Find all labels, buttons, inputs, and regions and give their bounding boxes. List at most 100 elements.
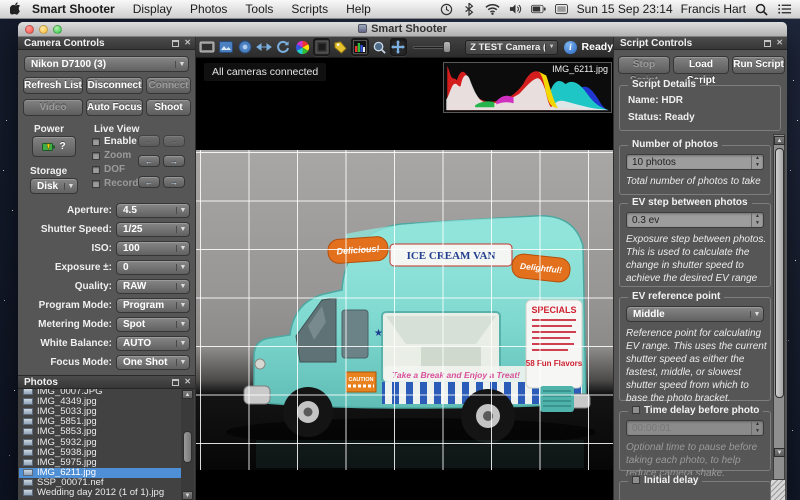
list-item[interactable]: IMG_5975.jpg [19, 457, 182, 468]
metering-mode-dropdown[interactable]: Spot ▼ [116, 317, 190, 332]
viewer-camera-dropdown[interactable]: Z TEST Camera (1 ▼ [465, 39, 559, 55]
ev-step-spinner[interactable]: 0.3 ev ▲ ▼ [626, 212, 764, 228]
bluetooth-icon[interactable] [462, 2, 477, 17]
scroll-up-button[interactable]: ▲ [774, 136, 785, 145]
close-panel-icon[interactable]: ✕ [184, 39, 191, 47]
float-panel-icon[interactable] [764, 39, 772, 47]
shutter-speed-dropdown[interactable]: 1/25 ▼ [116, 222, 190, 237]
aperture-dropdown[interactable]: 4.5 ▼ [116, 203, 190, 218]
focus-mode-dropdown[interactable]: One Shot ▼ [116, 355, 190, 370]
close-panel-icon[interactable]: ✕ [184, 378, 191, 386]
background-toggle-icon[interactable] [312, 38, 331, 56]
list-item[interactable]: IMG_5853.jpg [19, 426, 182, 437]
image-viewer[interactable]: ICE CREAM VAN Delicious! Delightful! Tak… [196, 58, 613, 492]
record-left-arrow-button[interactable]: ← [138, 176, 160, 188]
scrollbar-thumb[interactable] [183, 431, 192, 463]
ev-reference-dropdown[interactable]: Middle ▼ [626, 306, 764, 322]
exposure-dropdown[interactable]: 0 ▼ [116, 260, 190, 275]
list-item[interactable]: IMG_5932.jpg [19, 437, 182, 448]
menu-photos[interactable]: Photos [181, 0, 236, 19]
menu-help[interactable]: Help [337, 0, 380, 19]
list-item[interactable]: IMG_4349.jpg [19, 396, 182, 407]
list-item-selected[interactable]: IMG_6211.jpg [19, 467, 182, 478]
menu-display[interactable]: Display [124, 0, 181, 19]
record-right-arrow-button[interactable]: → [163, 176, 185, 188]
photos-panel-title[interactable]: Photos ✕ [18, 376, 195, 389]
stop-script-button[interactable]: Stop Script [618, 56, 670, 86]
zoom-right-arrow-button[interactable]: → [163, 155, 185, 167]
pan-move-icon[interactable] [389, 38, 407, 56]
video-button[interactable]: Video [23, 99, 83, 116]
tag-icon[interactable] [332, 38, 349, 56]
time-delay-checkbox[interactable] [632, 406, 640, 414]
menu-scripts[interactable]: Scripts [282, 0, 337, 19]
auto-focus-button[interactable]: Auto Focus [86, 99, 143, 116]
refresh-icon[interactable] [275, 38, 292, 56]
iso-dropdown[interactable]: 100 ▼ [116, 241, 190, 256]
battery-icon[interactable] [530, 2, 546, 17]
storage-dropdown[interactable]: Disk ▼ [30, 178, 78, 194]
display-frame-icon[interactable] [198, 38, 215, 56]
camera-select-dropdown[interactable]: Nikon D7100 (3) ▼ [24, 56, 189, 72]
number-of-photos-spinner[interactable]: 10 photos ▲ ▼ [626, 154, 764, 170]
quality-dropdown[interactable]: RAW ▼ [116, 279, 190, 294]
float-panel-icon[interactable] [172, 39, 180, 47]
info-icon[interactable]: i [564, 40, 577, 54]
close-panel-icon[interactable]: ✕ [776, 39, 783, 47]
power-button[interactable]: ? [32, 136, 76, 157]
time-delay-spinner[interactable]: 00:00:01 ▲ ▼ [626, 420, 764, 436]
slider-knob[interactable] [443, 41, 452, 53]
record-checkbox[interactable] [92, 179, 100, 188]
photos-scrollbar[interactable]: ▲ ▼ [181, 389, 194, 500]
liveview-left-arrow-button[interactable]: ← [138, 135, 160, 147]
load-script-button[interactable]: Load Script [673, 56, 729, 86]
initial-delay-checkbox[interactable] [632, 476, 640, 484]
scroll-up-button[interactable]: ▲ [182, 390, 193, 399]
refresh-list-button[interactable]: Refresh List [23, 77, 83, 94]
photos-list[interactable]: IMG_0007.JPG IMG_4349.jpg IMG_5033.jpg I… [19, 389, 182, 500]
scrollbar-thumb[interactable] [774, 148, 784, 398]
dof-checkbox[interactable] [92, 165, 100, 174]
zoom-left-arrow-button[interactable]: ← [138, 155, 160, 167]
loupe-icon[interactable] [371, 38, 388, 56]
scroll-down-button[interactable]: ▼ [182, 491, 193, 500]
notification-center-icon[interactable] [777, 2, 792, 17]
run-script-button[interactable]: Run Script [732, 56, 785, 74]
zoom-checkbox-row[interactable]: Zoom [92, 150, 131, 161]
scroll-down-button[interactable]: ▼ [774, 448, 785, 457]
fit-width-icon[interactable] [255, 38, 272, 56]
script-scrollbar[interactable]: ▲ ▼ [773, 134, 785, 480]
list-item[interactable]: IMG_5033.jpg [19, 406, 182, 417]
zoom-slider[interactable] [413, 41, 452, 53]
liveview-right-arrow-button[interactable]: → [163, 135, 185, 147]
dof-checkbox-row[interactable]: DOF [92, 164, 125, 175]
enable-checkbox-row[interactable]: Enable [92, 136, 137, 147]
photo-disc-icon[interactable] [236, 38, 253, 56]
histogram-toggle-icon[interactable] [351, 38, 369, 56]
display-menu-icon[interactable] [554, 2, 569, 17]
window-titlebar[interactable]: Smart Shooter [18, 22, 787, 37]
apple-menu-icon[interactable] [10, 1, 23, 17]
script-controls-title[interactable]: Script Controls ✕ [614, 37, 787, 50]
volume-icon[interactable] [508, 2, 523, 17]
connect-button[interactable]: Connect [146, 77, 191, 94]
zoom-checkbox[interactable] [92, 151, 100, 160]
float-panel-icon[interactable] [172, 378, 180, 386]
record-checkbox-row[interactable]: Record [92, 178, 138, 189]
camera-controls-title[interactable]: Camera Controls ✕ [18, 37, 195, 50]
enable-checkbox[interactable] [92, 137, 100, 146]
photo-view-icon[interactable] [217, 38, 234, 56]
clock-icon[interactable] [439, 2, 454, 17]
menu-app-name[interactable]: Smart Shooter [23, 0, 124, 19]
spotlight-icon[interactable] [754, 2, 769, 17]
list-item[interactable]: IMG_5851.jpg [19, 416, 182, 427]
menu-clock[interactable]: Sun 15 Sep 23:14 [577, 2, 673, 16]
wifi-icon[interactable] [484, 2, 500, 17]
shoot-button[interactable]: Shoot [146, 99, 191, 116]
program-mode-dropdown[interactable]: Program ▼ [116, 298, 190, 313]
list-item[interactable]: SSP_00071.nef [19, 477, 182, 488]
resize-grip[interactable] [771, 480, 785, 500]
menu-tools[interactable]: Tools [236, 0, 282, 19]
menu-user[interactable]: Francis Hart [681, 2, 746, 16]
color-wheel-icon[interactable] [294, 38, 311, 56]
